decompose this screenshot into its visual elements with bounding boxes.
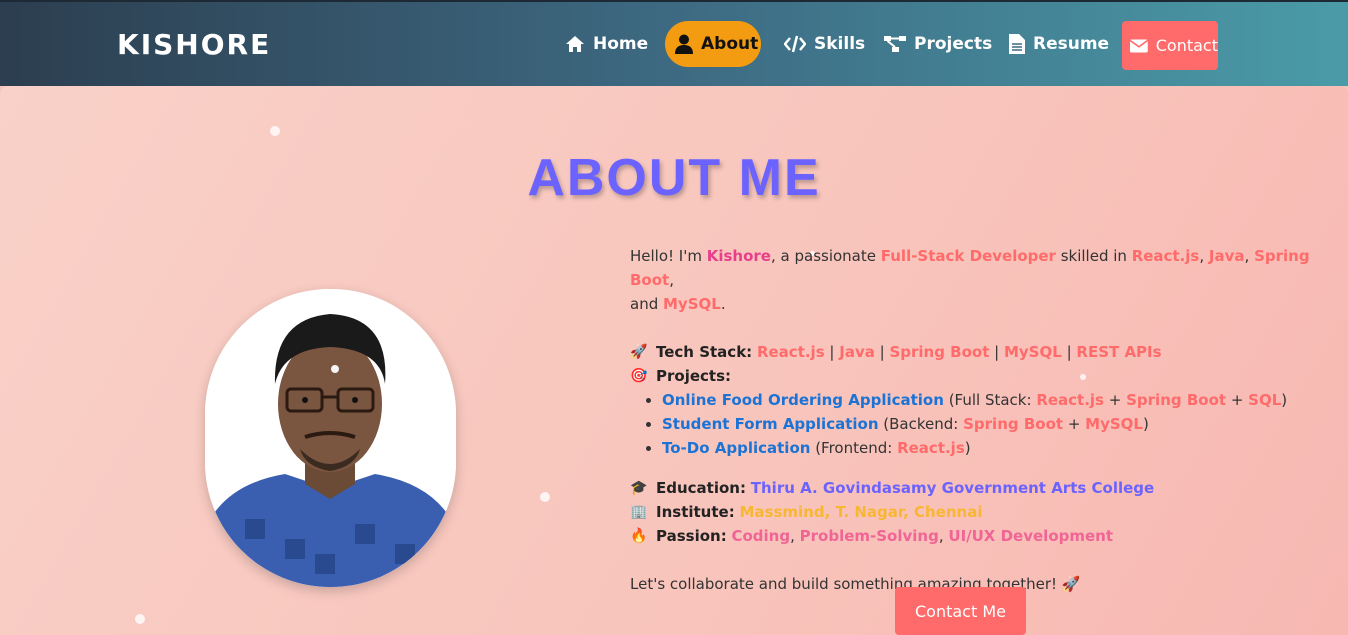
floating-dot (135, 614, 145, 624)
envelope-icon (1130, 39, 1148, 52)
nav-about[interactable]: About (665, 21, 761, 67)
project-detail: (Backend: (878, 415, 964, 433)
project-link[interactable]: Student Form Application (662, 415, 879, 433)
skill-highlight: MySQL (663, 295, 721, 313)
rocket-icon: 🚀 (630, 344, 648, 360)
contact-me-button[interactable]: Contact Me (895, 587, 1026, 635)
skill-highlight: Java (1208, 247, 1245, 265)
project-detail: (Frontend: (810, 439, 898, 457)
nav-skills-label: Skills (814, 34, 866, 54)
project-detail: (Full Stack: (943, 391, 1037, 409)
about-content: Hello! I'm Kishore, a passionate Full-St… (630, 244, 1310, 596)
tech-item: SQL (1248, 391, 1282, 409)
navbar: KISHORE Home About Skills Projects Resum… (0, 0, 1348, 86)
intro-text: skilled in (1055, 247, 1132, 265)
passion-row: 🔥 Passion: Coding, Problem-Solving, UI/U… (630, 524, 1310, 548)
tech-item: Spring Boot (889, 343, 990, 361)
nav-home-label: Home (593, 34, 649, 54)
project-detail: ) (964, 439, 971, 457)
intro-text: . (720, 295, 726, 313)
tech-item: REST APIs (1076, 343, 1162, 361)
tech-stack-row: 🚀 Tech Stack: React.js | Java | Spring B… (630, 340, 1310, 364)
separator: , (790, 527, 800, 545)
separator: + (1226, 391, 1249, 409)
projects-row: 🎯 Projects: (630, 364, 1310, 388)
intro-text: , (1244, 247, 1255, 265)
nav-contact[interactable]: Contact (1122, 21, 1218, 70)
role-highlight: Full-Stack Developer (880, 247, 1056, 265)
building-icon: 🏢 (630, 504, 648, 520)
intro-text: and (630, 295, 663, 313)
passion-item: Problem-Solving (799, 527, 939, 545)
file-icon (1009, 34, 1025, 54)
nav-resume[interactable]: Resume (1009, 21, 1109, 67)
tech-item: React.js (1036, 391, 1104, 409)
tech-item: MySQL (1003, 343, 1062, 361)
tech-stack-label: Tech Stack: (656, 343, 753, 361)
separator: , (938, 527, 949, 545)
graduation-cap-icon: 🎓 (630, 480, 648, 496)
separator: | (989, 343, 1004, 361)
tech-item: React.js (756, 343, 825, 361)
intro-paragraph: Hello! I'm Kishore, a passionate Full-St… (630, 244, 1310, 316)
separator: | (874, 343, 890, 361)
education-row: 🎓 Education: Thiru A. Govindasamy Govern… (630, 476, 1310, 500)
brand-logo[interactable]: KISHORE (117, 28, 271, 61)
target-icon: 🎯 (630, 368, 648, 384)
tech-item: React.js (897, 439, 965, 457)
projects-list: Online Food Ordering Application (Full S… (630, 388, 1310, 460)
tech-item: MySQL (1085, 415, 1143, 433)
profile-avatar-illustration (205, 289, 456, 587)
institute-row: 🏢 Institute: Massmind, T. Nagar, Chennai (630, 500, 1310, 524)
nav-resume-label: Resume (1033, 34, 1110, 54)
tech-item: Spring Boot (1126, 391, 1227, 409)
education-label: Education: (656, 479, 746, 497)
nav-home[interactable]: Home (565, 21, 648, 67)
institute-value: Massmind, T. Nagar, Chennai (739, 503, 983, 521)
page-title: ABOUT ME (527, 149, 821, 207)
separator: + (1104, 391, 1127, 409)
project-detail: ) (1281, 391, 1288, 409)
list-item: To-Do Application (Frontend: React.js) (662, 436, 1310, 460)
passion-label: Passion: (656, 527, 727, 545)
project-detail: ) (1142, 415, 1149, 433)
nav-skills[interactable]: Skills (784, 21, 865, 67)
institute-label: Institute: (656, 503, 735, 521)
nav-about-label: About (701, 34, 759, 54)
home-icon (566, 36, 584, 52)
fire-icon: 🔥 (630, 528, 648, 544)
project-link[interactable]: To-Do Application (662, 439, 810, 457)
list-item: Online Food Ordering Application (Full S… (662, 388, 1310, 412)
project-link[interactable]: Online Food Ordering Application (662, 391, 944, 409)
tech-item: Spring Boot (963, 415, 1064, 433)
nav-projects[interactable]: Projects (884, 21, 992, 67)
name-highlight: Kishore (706, 247, 771, 265)
intro-text: , (669, 271, 674, 289)
passion-item: UI/UX Development (948, 527, 1114, 545)
project-diagram-icon (884, 36, 906, 52)
user-icon (675, 34, 693, 54)
about-section: ABOUT ME Hello! I'm Kishore, a passionat… (0, 86, 1348, 635)
tech-item: Java (839, 343, 875, 361)
list-item: Student Form Application (Backend: Sprin… (662, 412, 1310, 436)
floating-dot (270, 126, 280, 136)
intro-text: , (1199, 247, 1209, 265)
code-icon (784, 35, 806, 53)
intro-text: Hello! I'm (630, 247, 707, 265)
education-value: Thiru A. Govindasamy Government Arts Col… (750, 479, 1155, 497)
separator: + (1063, 415, 1086, 433)
profile-photo (205, 289, 456, 587)
separator: | (1061, 343, 1077, 361)
passion-item: Coding (731, 527, 791, 545)
skill-highlight: React.js (1131, 247, 1200, 265)
projects-label: Projects: (656, 367, 731, 385)
nav-projects-label: Projects (914, 34, 993, 54)
nav-contact-label: Contact (1155, 36, 1218, 55)
floating-dot (540, 492, 550, 502)
intro-text: , a passionate (770, 247, 881, 265)
separator: | (824, 343, 840, 361)
